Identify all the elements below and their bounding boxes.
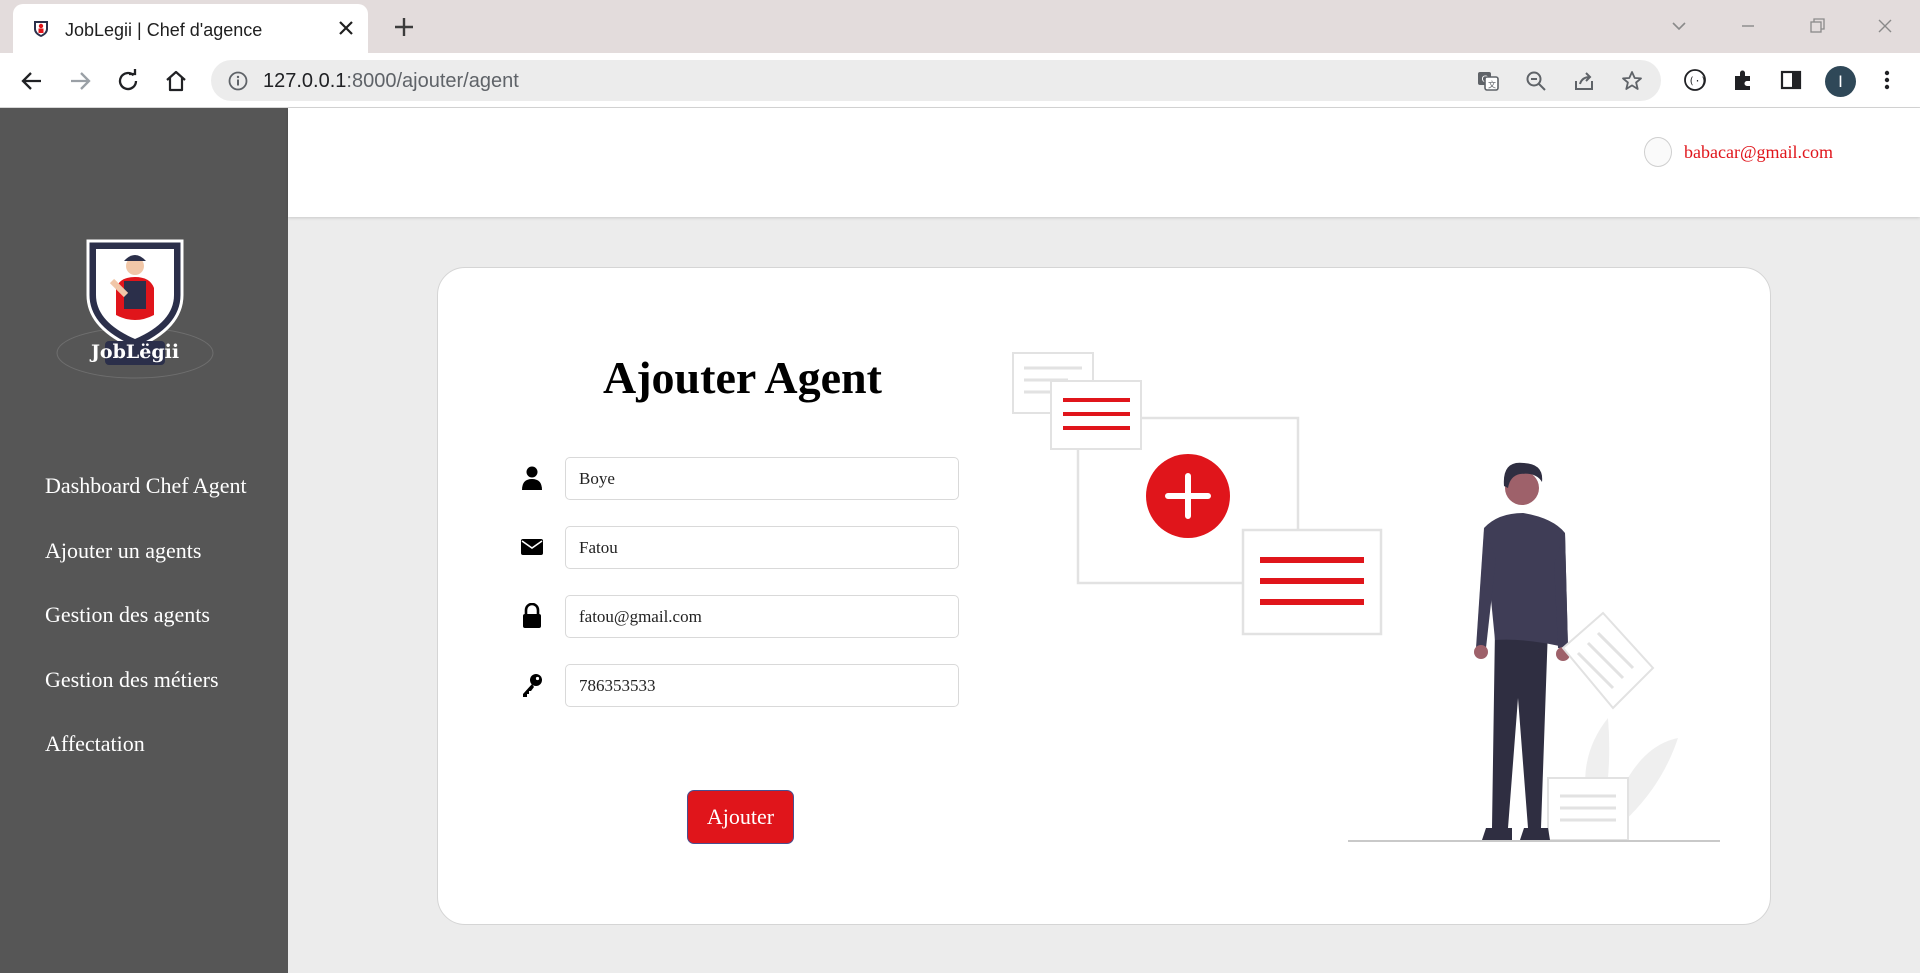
add-document-illustration [1012,352,1720,842]
side-panel-icon[interactable] [1778,67,1804,93]
sidebar-item-manage-jobs[interactable]: Gestion des métiers [45,667,247,732]
tab-title: JobLegii | Chef d'agence [65,20,263,40]
reload-icon[interactable] [114,67,142,95]
share-icon[interactable] [1572,69,1596,93]
plus-icon[interactable] [392,15,416,39]
logo-text: JobLëgii [89,341,179,363]
svg-text:(·): (·) [1689,76,1707,87]
svg-text:文: 文 [1488,80,1496,90]
chevron-down-icon[interactable] [1665,12,1693,40]
user-icon [522,466,542,490]
kebab-menu-icon[interactable] [1874,67,1900,93]
email-field[interactable] [565,595,959,638]
sidebar-item-assignment[interactable]: Affectation [45,731,247,796]
minimize-icon[interactable] [1734,12,1762,40]
user-avatar[interactable] [1644,137,1672,167]
key-icon [523,674,542,697]
browser-tab[interactable]: JobLegii | Chef d'agence [13,4,368,54]
close-icon[interactable] [335,17,357,39]
extension-code-icon[interactable]: (·) [1682,67,1708,93]
address-bar[interactable]: 127.0.0.1:8000/ajouter/agent G 文 [211,60,1661,101]
sidebar-nav: Dashboard Chef Agent Ajouter un agents G… [45,473,247,796]
envelope-icon [521,539,543,555]
add-agent-button[interactable]: Ajouter [687,790,794,844]
top-header: babacar@gmail.com [288,108,1920,217]
profile-avatar[interactable]: I [1825,66,1856,97]
joblegii-logo: JobLëgii [56,239,214,379]
sidebar: JobLëgii Dashboard Chef Agent Ajouter un… [0,108,288,973]
firstname-field[interactable] [565,526,959,569]
sidebar-item-add-agent[interactable]: Ajouter un agents [45,538,247,603]
site-info-icon[interactable] [227,70,249,92]
browser-tabstrip: JobLegii | Chef d'agence [0,0,1920,54]
user-email[interactable]: babacar@gmail.com [1684,142,1833,163]
sidebar-item-manage-agents[interactable]: Gestion des agents [45,602,247,667]
back-arrow-icon[interactable] [18,67,46,95]
restore-icon[interactable] [1803,12,1831,40]
add-agent-card: Ajouter Agent Ajouter [437,267,1771,925]
page-title: Ajouter Agent [603,352,882,403]
browser-toolbar: 127.0.0.1:8000/ajouter/agent G 文 (·) I [0,53,1920,108]
close-window-icon[interactable] [1871,12,1899,40]
url-path: :8000/ajouter/agent [346,70,519,92]
bookmark-star-icon[interactable] [1620,69,1644,93]
url-host: 127.0.0.1 [263,70,347,92]
lock-icon [523,603,541,628]
translate-icon[interactable]: G 文 [1476,69,1500,93]
phone-field[interactable] [565,664,959,707]
zoom-out-icon[interactable] [1524,69,1548,93]
lastname-field[interactable] [565,457,959,500]
forward-arrow-icon[interactable] [66,67,94,95]
puzzle-extensions-icon[interactable] [1730,67,1756,93]
joblegii-favicon-icon [34,21,48,37]
home-icon[interactable] [162,67,190,95]
url-text: 127.0.0.1:8000/ajouter/agent [263,70,519,93]
sidebar-item-dashboard[interactable]: Dashboard Chef Agent [45,473,247,538]
